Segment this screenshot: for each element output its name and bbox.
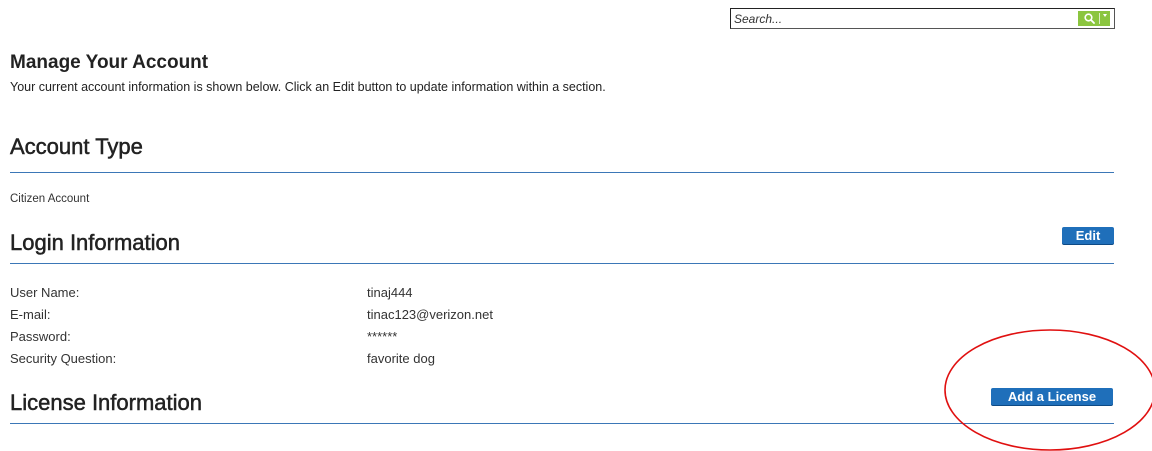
- field-label-security-question: Security Question:: [10, 351, 117, 366]
- highlight-circle-annotation: [944, 329, 1152, 451]
- search-divider: [1099, 13, 1100, 24]
- field-label-password: Password:: [10, 329, 71, 344]
- account-type-heading: Account Type: [10, 134, 143, 160]
- chevron-down-icon[interactable]: [1103, 14, 1107, 17]
- field-value-password: ******: [367, 329, 398, 344]
- search-icon: [1084, 13, 1095, 24]
- account-type-value: Citizen Account: [10, 193, 90, 205]
- search-button[interactable]: [1078, 11, 1110, 26]
- edit-login-button[interactable]: Edit: [1062, 227, 1114, 244]
- section-divider: [10, 263, 1114, 264]
- login-info-heading: Login Information: [10, 230, 181, 256]
- search-input[interactable]: [734, 10, 1034, 27]
- search-box: [730, 8, 1115, 29]
- page-subtitle: Your current account information is show…: [10, 80, 606, 94]
- page-title: Manage Your Account: [10, 52, 209, 73]
- field-label-username: User Name:: [10, 285, 80, 300]
- field-value-email: tinac123@verizon.net: [367, 307, 493, 322]
- field-label-email: E-mail:: [10, 307, 51, 322]
- field-value-security-question: favorite dog: [367, 351, 435, 366]
- section-divider: [10, 423, 1114, 424]
- license-info-heading: License Information: [10, 390, 203, 416]
- section-divider: [10, 172, 1114, 173]
- field-value-username: tinaj444: [367, 285, 413, 300]
- add-license-button[interactable]: Add a License: [991, 388, 1113, 405]
